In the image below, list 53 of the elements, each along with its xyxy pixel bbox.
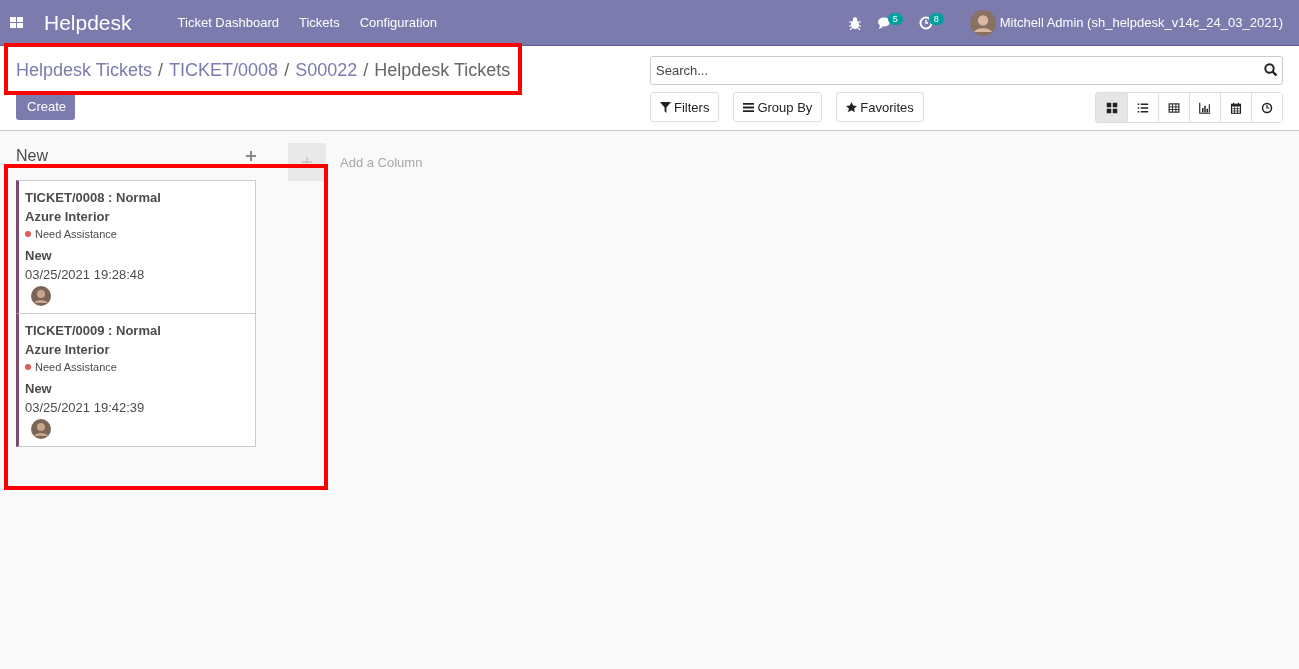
kanban-view-button[interactable] xyxy=(1096,93,1127,122)
search-field[interactable]: Search... xyxy=(650,56,1283,85)
list-icon xyxy=(1137,101,1149,114)
breadcrumb-item[interactable]: TICKET/0008 xyxy=(169,60,279,81)
ticket-title: TICKET/0008 : Normal xyxy=(25,190,161,205)
message-count-badge: 5 xyxy=(887,12,903,25)
menu-item[interactable]: Ticket Dashboard xyxy=(177,15,279,30)
star-icon xyxy=(846,101,858,113)
menu-item[interactable]: Tickets xyxy=(298,15,340,30)
filters-button[interactable]: Filters xyxy=(650,92,720,122)
grid-icon xyxy=(1105,101,1118,114)
calendar-icon xyxy=(1230,101,1242,114)
plus-icon xyxy=(302,157,312,167)
stage-label: New xyxy=(25,381,52,396)
tag-label: Need Assistance xyxy=(35,361,117,373)
group-by-button[interactable]: Group By xyxy=(733,92,823,122)
bug-icon[interactable] xyxy=(847,15,862,30)
search-icon[interactable] xyxy=(1264,63,1278,77)
filter-icon xyxy=(660,101,671,113)
activity-count-badge: 8 xyxy=(928,12,944,25)
create-button[interactable]: Create xyxy=(16,93,75,120)
bar-chart-icon xyxy=(1199,101,1211,114)
plus-icon[interactable] xyxy=(246,151,256,161)
stage-label: New xyxy=(25,248,52,263)
table-icon xyxy=(1168,101,1180,114)
breadcrumb-separator: / xyxy=(363,60,369,81)
avatar-icon xyxy=(31,419,51,439)
column-title: New xyxy=(16,147,48,165)
ticket-title: TICKET/0009 : Normal xyxy=(25,323,161,338)
breadcrumb-item[interactable]: Helpdesk Tickets xyxy=(16,60,153,81)
ticket-card[interactable]: TICKET/0008 : Normal Azure Interior Need Assistance New 03/25/2021 19:28:48 xyxy=(16,180,256,314)
breadcrumb-separator: / xyxy=(284,60,290,81)
breadcrumb-item: Helpdesk Tickets xyxy=(374,60,511,81)
breadcrumb-item[interactable]: S00022 xyxy=(295,60,358,81)
ticket-card[interactable]: TICKET/0009 : Normal Azure Interior Need Assistance New 03/25/2021 19:42:39 xyxy=(16,313,256,447)
apps-grid-icon[interactable] xyxy=(10,15,24,30)
activity-view-button[interactable] xyxy=(1251,93,1282,122)
menu-item[interactable]: Configuration xyxy=(359,15,437,30)
clock-icon xyxy=(1261,101,1273,114)
user-name[interactable]: Mitchell Admin (sh_helpdesk_v14c_24_03_2021) xyxy=(999,15,1283,30)
menu-icon xyxy=(743,101,755,113)
app-title: Helpdesk xyxy=(44,10,132,35)
customer-name: Azure Interior xyxy=(25,342,110,357)
add-column-label[interactable]: Add a Column xyxy=(340,155,423,170)
ticket-date: 03/25/2021 19:28:48 xyxy=(25,267,145,282)
customer-name: Azure Interior xyxy=(25,209,110,224)
clock-icon[interactable] xyxy=(918,15,933,30)
ticket-date: 03/25/2021 19:42:39 xyxy=(25,400,145,415)
avatar-icon xyxy=(31,286,51,306)
chat-icon[interactable] xyxy=(877,15,892,30)
tag-label: Need Assistance xyxy=(35,228,117,240)
favorites-button[interactable]: Favorites xyxy=(836,92,924,122)
breadcrumb-separator: / xyxy=(158,60,164,81)
